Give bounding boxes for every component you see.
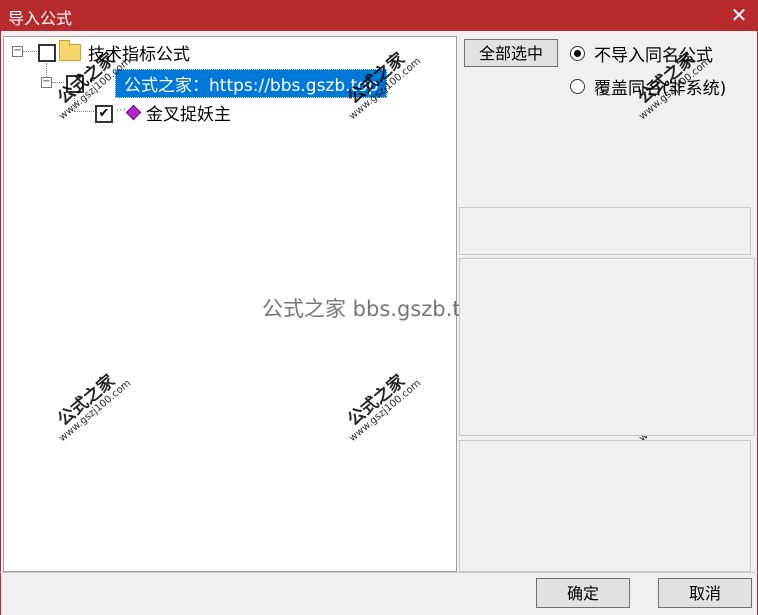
info-field bbox=[459, 207, 751, 255]
tree-connector bbox=[23, 51, 37, 52]
detail-panel bbox=[459, 440, 751, 572]
radio-button[interactable] bbox=[570, 79, 585, 94]
folder-icon bbox=[59, 40, 81, 61]
radio-button-checked[interactable] bbox=[570, 46, 585, 61]
window-frame-left bbox=[0, 31, 1, 615]
root-checkbox[interactable] bbox=[38, 44, 56, 62]
radio-label[interactable]: 覆盖同名(非系统) bbox=[594, 74, 726, 99]
tree-connector bbox=[52, 82, 64, 83]
ok-button[interactable]: 确定 bbox=[536, 578, 630, 608]
title-bar: 导入公式 ✕ bbox=[0, 0, 758, 31]
radio-label[interactable]: 不导入同名公式 bbox=[594, 41, 713, 66]
item-checkbox[interactable]: ✔ bbox=[95, 105, 113, 123]
formula-gem-icon bbox=[125, 104, 142, 121]
group-expander-icon[interactable]: − bbox=[41, 77, 52, 88]
center-watermark: 公式之家 bbs.gszb.top bbox=[262, 297, 487, 321]
close-icon[interactable]: ✕ bbox=[726, 2, 752, 28]
cancel-button[interactable]: 取消 bbox=[658, 578, 752, 608]
window-title: 导入公式 bbox=[8, 9, 73, 28]
description-panel bbox=[459, 258, 755, 436]
footer-divider bbox=[0, 572, 758, 573]
root-expander-icon[interactable]: − bbox=[12, 46, 23, 57]
formula-link-icon: ⋯ bbox=[116, 105, 126, 116]
tree-item-label[interactable]: 金叉捉妖主 bbox=[146, 100, 231, 125]
select-all-button[interactable]: 全部选中 bbox=[464, 39, 558, 67]
